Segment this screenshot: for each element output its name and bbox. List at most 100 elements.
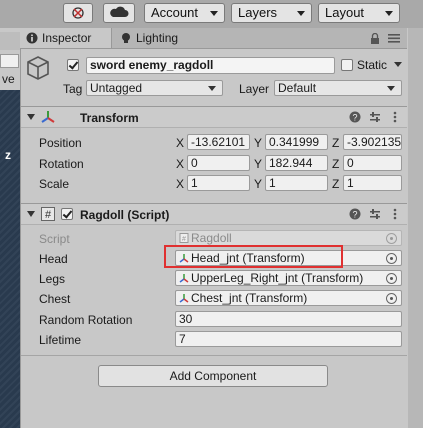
layer-dropdown[interactable]: Default bbox=[274, 80, 402, 96]
axis-z-label[interactable]: Z bbox=[332, 157, 339, 171]
rotation-y-value: 182.944 bbox=[269, 156, 313, 170]
object-name-input[interactable]: sword enemy_ragdoll bbox=[86, 57, 335, 74]
chevron-down-icon[interactable] bbox=[394, 62, 402, 68]
chevron-down-icon bbox=[387, 86, 395, 91]
position-y-value: 0.341999 bbox=[269, 135, 320, 149]
rotation-z-value: 0 bbox=[347, 156, 354, 170]
script-field: # Ragdoll bbox=[175, 230, 402, 246]
left-search-field[interactable] bbox=[0, 54, 19, 68]
axis-x-label[interactable]: X bbox=[176, 177, 184, 191]
chevron-down-icon bbox=[385, 11, 393, 16]
scene-axis-label: z bbox=[5, 148, 11, 162]
help-icon[interactable]: ? bbox=[349, 111, 361, 123]
lifetime-field[interactable]: 7 bbox=[175, 331, 402, 347]
scale-z-field[interactable]: 1 bbox=[343, 175, 402, 191]
script-file-icon: # bbox=[179, 233, 189, 243]
axis-x-label[interactable]: X bbox=[176, 157, 184, 171]
layers-label: Layers bbox=[238, 5, 278, 20]
tab-inspector[interactable]: Inspector bbox=[20, 28, 112, 48]
tab-bar: Inspector Lighting bbox=[20, 28, 407, 49]
rotation-x-field[interactable]: 0 bbox=[187, 155, 250, 171]
object-picker-icon[interactable] bbox=[386, 293, 397, 304]
collab-icon bbox=[72, 7, 84, 19]
script-hash-icon: # bbox=[41, 207, 55, 221]
add-component-button[interactable]: Add Component bbox=[98, 365, 328, 387]
layout-dropdown[interactable]: Layout bbox=[318, 3, 400, 23]
help-icon[interactable]: ? bbox=[349, 208, 361, 220]
kebab-menu-icon[interactable] bbox=[389, 111, 401, 123]
chevron-down-icon bbox=[208, 86, 216, 91]
transform-axes-icon bbox=[179, 274, 189, 283]
transform-axes-icon bbox=[179, 294, 189, 303]
foldout-arrow-icon[interactable] bbox=[27, 113, 35, 121]
svg-text:#: # bbox=[45, 209, 52, 221]
position-label: Position bbox=[39, 136, 82, 150]
scene-view-fragment[interactable]: z bbox=[0, 90, 20, 428]
object-picker-icon[interactable] bbox=[386, 253, 397, 264]
object-name-text: sword enemy_ragdoll bbox=[90, 58, 214, 72]
foldout-arrow-icon[interactable] bbox=[27, 210, 35, 218]
tag-dropdown[interactable]: Untagged bbox=[86, 80, 223, 96]
object-picker-icon[interactable] bbox=[386, 273, 397, 284]
script-value: Ragdoll bbox=[191, 231, 232, 245]
lightbulb-icon bbox=[122, 33, 130, 43]
chest-label: Chest bbox=[39, 292, 71, 306]
layers-dropdown[interactable]: Layers bbox=[231, 3, 312, 23]
scale-x-field[interactable]: 1 bbox=[187, 175, 250, 191]
scale-z-value: 1 bbox=[347, 176, 354, 190]
layer-value: Default bbox=[278, 81, 317, 95]
chest-field[interactable]: Chest_jnt (Transform) bbox=[175, 290, 402, 306]
position-z-value: -3.902135 bbox=[347, 135, 402, 149]
rotation-label: Rotation bbox=[39, 157, 84, 171]
collab-button[interactable] bbox=[63, 3, 93, 23]
position-z-field[interactable]: -3.902135 bbox=[343, 134, 402, 150]
tab-lighting[interactable]: Lighting bbox=[114, 28, 194, 48]
layout-label: Layout bbox=[325, 5, 365, 20]
lifetime-label: Lifetime bbox=[39, 333, 82, 347]
axis-y-label[interactable]: Y bbox=[254, 136, 262, 150]
scale-y-field[interactable]: 1 bbox=[265, 175, 328, 191]
rotation-z-field[interactable]: 0 bbox=[343, 155, 402, 171]
transform-axes-icon bbox=[41, 111, 55, 123]
transform-title: Transform bbox=[80, 111, 139, 125]
axis-z-label[interactable]: Z bbox=[332, 136, 339, 150]
static-label: Static bbox=[357, 58, 388, 72]
ragdoll-enabled-checkbox[interactable] bbox=[61, 208, 73, 220]
scale-x-value: 1 bbox=[191, 176, 198, 190]
tab-lighting-label: Lighting bbox=[136, 31, 179, 45]
rotation-y-field[interactable]: 182.944 bbox=[265, 155, 328, 171]
highlight-box bbox=[164, 245, 343, 268]
axis-y-label[interactable]: Y bbox=[254, 177, 262, 191]
axis-z-label[interactable]: Z bbox=[332, 177, 339, 191]
random-rotation-field[interactable]: 30 bbox=[175, 311, 402, 327]
chevron-down-icon bbox=[297, 11, 305, 16]
head-label: Head bbox=[39, 252, 68, 266]
legs-field[interactable]: UpperLeg_Right_jnt (Transform) bbox=[175, 270, 402, 286]
preset-icon[interactable] bbox=[369, 208, 381, 220]
position-y-field[interactable]: 0.341999 bbox=[265, 134, 328, 150]
menu-icon[interactable] bbox=[388, 33, 400, 43]
script-label: Script bbox=[39, 232, 70, 246]
axis-y-label[interactable]: Y bbox=[254, 157, 262, 171]
position-x-field[interactable]: -13.62101 bbox=[187, 134, 250, 150]
cloud-button[interactable] bbox=[103, 3, 135, 23]
layer-label: Layer bbox=[239, 82, 270, 96]
left-panel-text: ve bbox=[2, 72, 15, 86]
static-checkbox[interactable] bbox=[341, 59, 353, 71]
lifetime-value: 7 bbox=[179, 332, 186, 346]
left-panel-header bbox=[0, 32, 20, 50]
kebab-menu-icon[interactable] bbox=[389, 208, 401, 220]
svg-text:?: ? bbox=[352, 210, 357, 220]
tab-inspector-label: Inspector bbox=[42, 31, 92, 45]
active-checkbox[interactable] bbox=[67, 59, 79, 71]
legs-value: UpperLeg_Right_jnt (Transform) bbox=[191, 271, 364, 285]
axis-x-label[interactable]: X bbox=[176, 136, 184, 150]
chest-value: Chest_jnt (Transform) bbox=[191, 291, 308, 305]
preset-icon[interactable] bbox=[369, 111, 381, 123]
random-rotation-label: Random Rotation bbox=[39, 313, 133, 327]
account-dropdown[interactable]: Account bbox=[144, 3, 225, 23]
position-x-value: -13.62101 bbox=[191, 135, 246, 149]
object-picker-icon bbox=[386, 233, 397, 244]
lock-icon[interactable] bbox=[370, 33, 380, 44]
scrollbar-track[interactable] bbox=[407, 28, 423, 428]
